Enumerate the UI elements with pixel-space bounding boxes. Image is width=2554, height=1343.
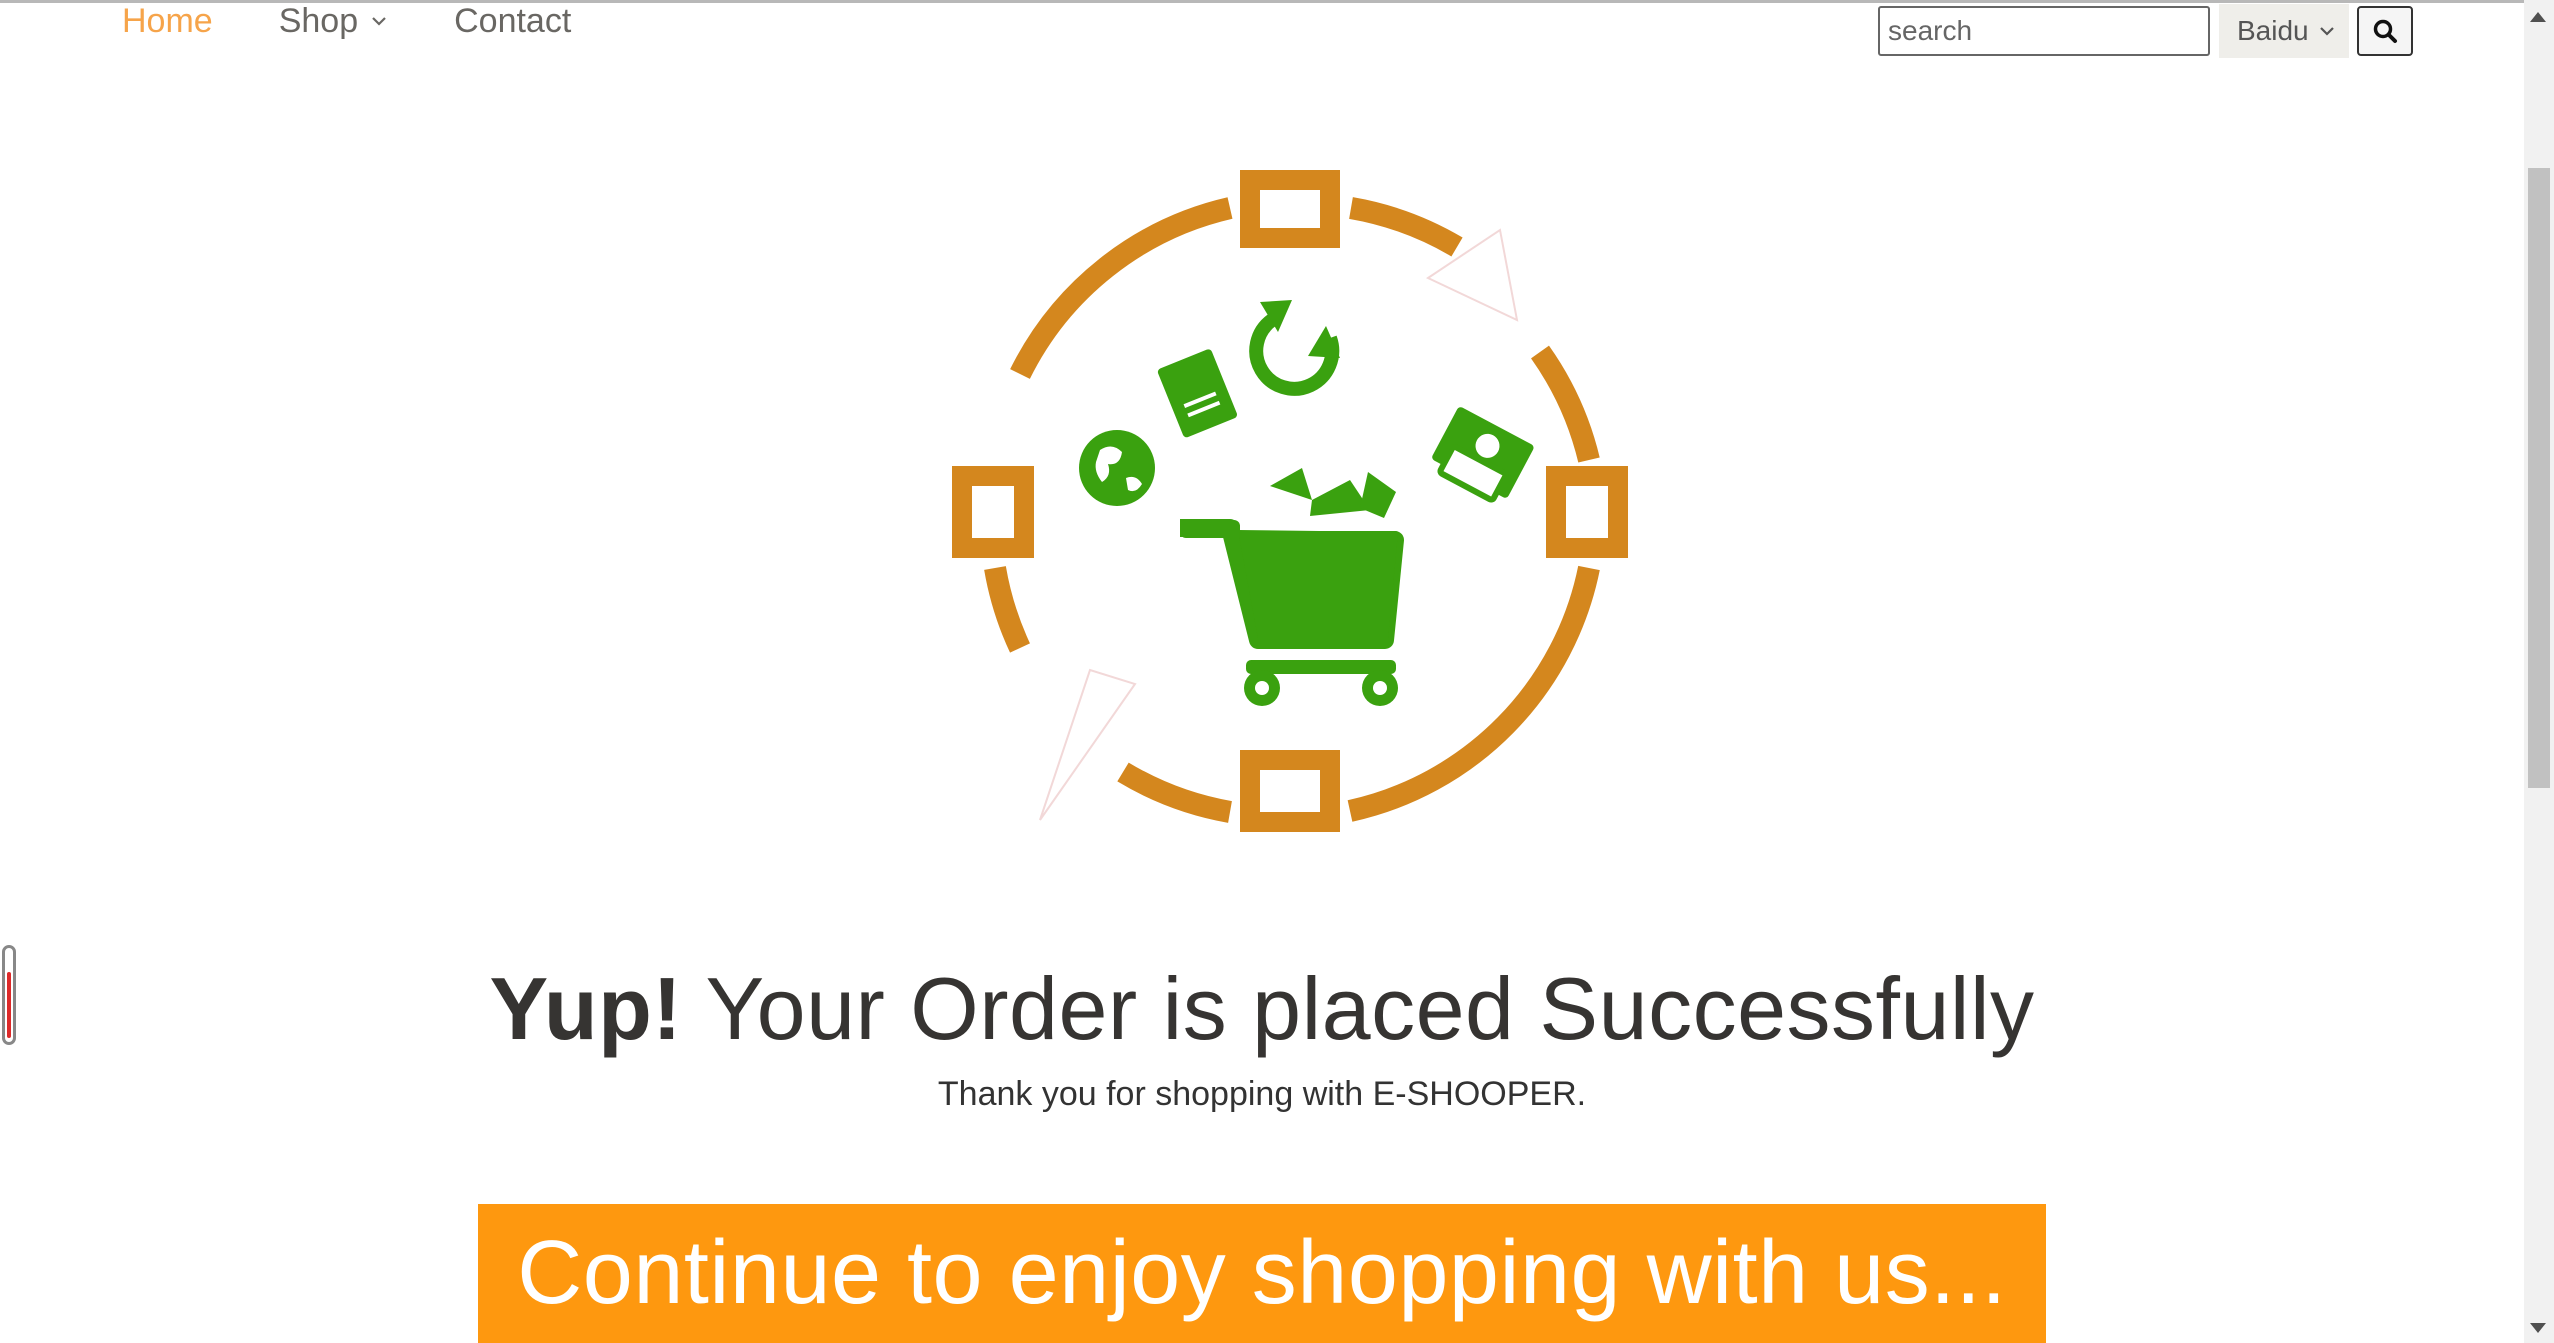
arrow-icon xyxy=(1039,668,1137,821)
scroll-down-arrow-icon[interactable] xyxy=(2530,1323,2546,1333)
headline-bold: Yup! xyxy=(489,959,683,1058)
search-button[interactable] xyxy=(2357,6,2413,56)
nav-contact[interactable]: Contact xyxy=(454,0,571,42)
order-success-headline: Yup! Your Order is placed Successfully xyxy=(0,958,2524,1060)
search-icon xyxy=(2373,19,2397,43)
scroll-up-arrow-icon[interactable] xyxy=(2530,12,2546,22)
continue-shopping-button[interactable]: Continue to enjoy shopping with us... xyxy=(478,1204,2046,1343)
search-input[interactable] xyxy=(1878,6,2210,56)
headline-rest: Your Order is placed Successfully xyxy=(682,959,2035,1058)
chevron-down-icon xyxy=(2320,27,2334,36)
scrollbar[interactable] xyxy=(2524,0,2554,1343)
order-success-illustration xyxy=(952,170,1628,832)
nav-contact-label: Contact xyxy=(454,2,572,40)
nav-home-label: Home xyxy=(122,2,213,40)
nav-home[interactable]: Home xyxy=(122,0,213,42)
nav-shop-label: Shop xyxy=(278,2,359,40)
continue-shopping-label: Continue to enjoy shopping with us... xyxy=(517,1223,2007,1323)
nav-shop[interactable]: Shop xyxy=(279,0,388,42)
search-engine-value: Baidu xyxy=(2237,15,2307,46)
search-engine-select[interactable]: Baidu xyxy=(2219,4,2349,58)
thank-you-text: Thank you for shopping with E-SHOOPER. xyxy=(937,1075,1587,1113)
scrollbar-thumb[interactable] xyxy=(2528,168,2550,788)
chevron-down-icon xyxy=(372,17,386,26)
main-nav: Home Shop Contact xyxy=(122,0,637,50)
